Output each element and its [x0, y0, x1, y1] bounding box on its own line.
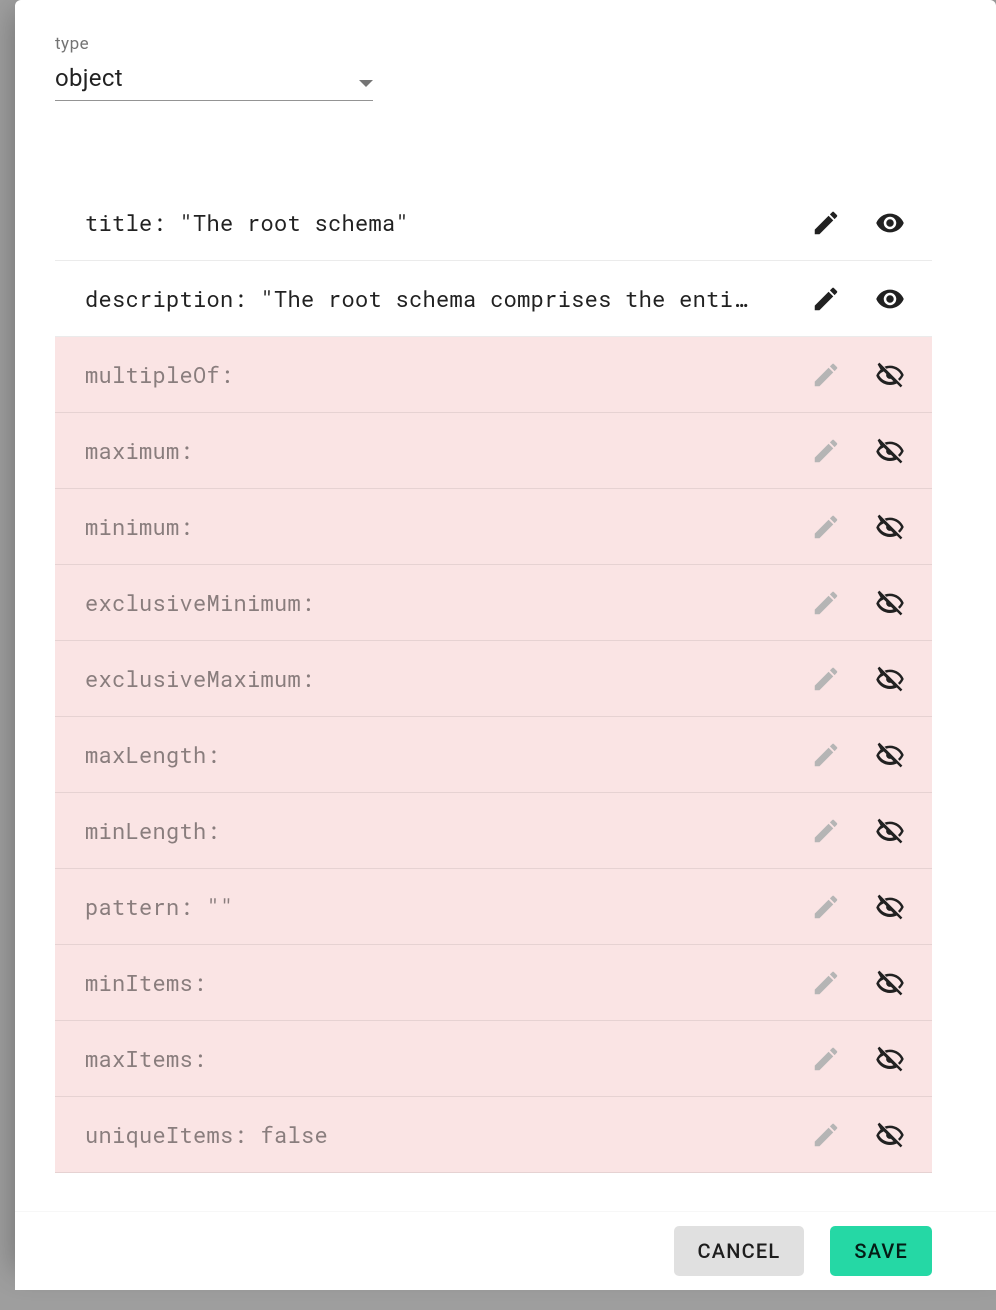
- property-label: maxLength:: [85, 740, 802, 769]
- property-label: pattern: "": [85, 892, 802, 921]
- edit-icon[interactable]: [802, 351, 850, 399]
- edit-icon[interactable]: [802, 1035, 850, 1083]
- property-label: description: "The root schema comprises …: [85, 284, 802, 313]
- visibility-off-icon[interactable]: [866, 1111, 914, 1159]
- edit-icon[interactable]: [802, 199, 850, 247]
- edit-icon[interactable]: [802, 959, 850, 1007]
- property-row: exclusiveMinimum:: [55, 565, 932, 641]
- dialog-content: type object title: "The root schema" desc…: [15, 0, 996, 1260]
- property-row: title: "The root schema": [55, 185, 932, 261]
- property-row: maxItems:: [55, 1021, 932, 1097]
- visibility-off-icon[interactable]: [866, 579, 914, 627]
- property-row: maximum:: [55, 413, 932, 489]
- property-row: exclusiveMaximum:: [55, 641, 932, 717]
- type-select-label: type: [55, 34, 373, 54]
- property-label: minItems:: [85, 968, 802, 997]
- property-row: minimum:: [55, 489, 932, 565]
- property-list: title: "The root schema" description: "Th…: [55, 185, 932, 1260]
- property-row: minItems:: [55, 945, 932, 1021]
- property-label: title: "The root schema": [85, 208, 802, 237]
- edit-icon[interactable]: [802, 579, 850, 627]
- property-row: maxLength:: [55, 717, 932, 793]
- visibility-off-icon[interactable]: [866, 351, 914, 399]
- dialog-actions: CANCEL SAVE: [15, 1212, 996, 1290]
- property-row: description: "The root schema comprises …: [55, 261, 932, 337]
- visibility-off-icon[interactable]: [866, 503, 914, 551]
- edit-icon[interactable]: [802, 275, 850, 323]
- property-row: minLength:: [55, 793, 932, 869]
- property-label: maxItems:: [85, 1044, 802, 1073]
- visibility-off-icon[interactable]: [866, 1035, 914, 1083]
- property-label: exclusiveMinimum:: [85, 588, 802, 617]
- edit-icon[interactable]: [802, 655, 850, 703]
- property-row: pattern: "": [55, 869, 932, 945]
- edit-icon[interactable]: [802, 427, 850, 475]
- edit-icon[interactable]: [802, 731, 850, 779]
- visibility-off-icon[interactable]: [866, 731, 914, 779]
- type-select[interactable]: type object: [55, 34, 373, 101]
- property-label: uniqueItems: false: [85, 1120, 802, 1149]
- visibility-off-icon[interactable]: [866, 427, 914, 475]
- type-select-value[interactable]: object: [55, 54, 373, 101]
- property-label: multipleOf:: [85, 360, 802, 389]
- property-row: multipleOf:: [55, 337, 932, 413]
- property-label: minimum:: [85, 512, 802, 541]
- visibility-off-icon[interactable]: [866, 655, 914, 703]
- visibility-on-icon[interactable]: [866, 275, 914, 323]
- visibility-off-icon[interactable]: [866, 959, 914, 1007]
- schema-editor-dialog: type object title: "The root schema" desc…: [15, 0, 996, 1260]
- edit-icon[interactable]: [802, 807, 850, 855]
- cancel-button[interactable]: CANCEL: [674, 1226, 805, 1276]
- property-label: maximum:: [85, 436, 802, 465]
- property-label: exclusiveMaximum:: [85, 664, 802, 693]
- edit-icon[interactable]: [802, 883, 850, 931]
- edit-icon[interactable]: [802, 1111, 850, 1159]
- chevron-down-icon: [359, 80, 373, 87]
- edit-icon[interactable]: [802, 503, 850, 551]
- visibility-on-icon[interactable]: [866, 199, 914, 247]
- visibility-off-icon[interactable]: [866, 883, 914, 931]
- property-label: minLength:: [85, 816, 802, 845]
- save-button[interactable]: SAVE: [830, 1226, 932, 1276]
- property-row: uniqueItems: false: [55, 1097, 932, 1173]
- visibility-off-icon[interactable]: [866, 807, 914, 855]
